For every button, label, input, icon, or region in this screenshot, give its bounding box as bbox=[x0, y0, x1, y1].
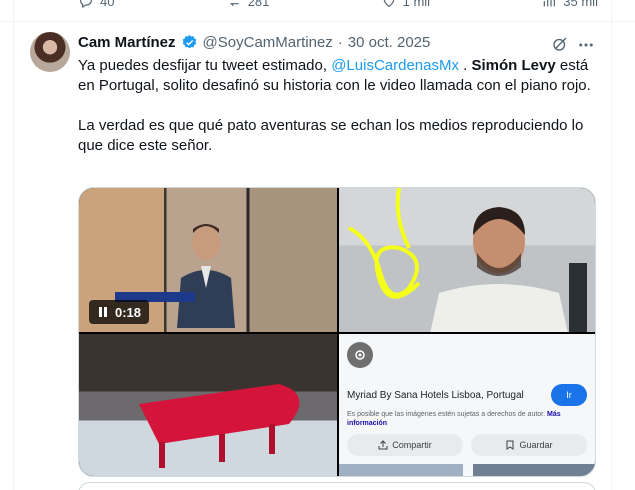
action-bar: 40 281 1 mil 35 mil bbox=[78, 0, 598, 10]
lens-note-text: Es posible que las imágenes estén sujeta… bbox=[347, 411, 546, 418]
reply-count: 40 bbox=[100, 0, 115, 9]
author-name[interactable]: Cam Martínez bbox=[78, 34, 176, 51]
lens-copyright-note: Es posible que las imágenes estén sujeta… bbox=[347, 410, 577, 428]
photo-tile-restaurant[interactable] bbox=[339, 188, 595, 332]
lens-go-button[interactable]: Ir bbox=[551, 384, 587, 406]
timeline-border-right bbox=[611, 0, 612, 490]
tweet-text: Ya puedes desfijar tu tweet estimado, @L… bbox=[78, 56, 603, 176]
repost-icon bbox=[229, 3, 239, 7]
video-tile[interactable]: 0:18 bbox=[79, 188, 337, 332]
more-options-icon[interactable] bbox=[577, 36, 595, 54]
reply-action[interactable]: 40 bbox=[78, 0, 114, 10]
lens-share-label: Compartir bbox=[392, 440, 432, 450]
heart-icon bbox=[383, 0, 394, 8]
lens-save-button[interactable]: Guardar bbox=[471, 434, 587, 456]
video-time: 0:18 bbox=[115, 304, 142, 320]
tweet-paragraph-1: Ya puedes desfijar tu tweet estimado, @L… bbox=[78, 56, 603, 96]
bold-name: Simón Levy bbox=[471, 57, 556, 74]
grok-icon[interactable] bbox=[551, 35, 569, 53]
lens-save-label: Guardar bbox=[519, 440, 553, 450]
photo-tile-red-piano[interactable] bbox=[79, 334, 337, 476]
lens-thumbnails-strip bbox=[339, 464, 595, 476]
mention-link[interactable]: @LuisCardenasMx bbox=[331, 57, 459, 74]
media-grid: 0:18 Myriad By Sana Hotels Lisboa, Portu… bbox=[78, 187, 596, 477]
tweet-header: Cam Martínez @SoyCamMartinez · 30 oct. 2… bbox=[78, 34, 430, 51]
lens-share-button[interactable]: Compartir bbox=[347, 434, 463, 456]
tweet-paragraph-2: La verdad es que qué pato aventuras se e… bbox=[78, 117, 584, 154]
like-action[interactable]: 1 mil bbox=[381, 0, 430, 10]
like-count: 1 mil bbox=[402, 0, 431, 9]
header-separator: · bbox=[337, 34, 343, 51]
share-icon bbox=[378, 440, 388, 450]
video-timer-badge[interactable]: 0:18 bbox=[89, 300, 150, 324]
camera-lens-icon bbox=[355, 350, 365, 360]
reply-icon bbox=[80, 0, 92, 9]
red-piano-figure bbox=[139, 384, 300, 468]
views-count: 35 mil bbox=[563, 0, 598, 9]
views-icon bbox=[544, 0, 556, 7]
bookmark-icon bbox=[506, 440, 514, 450]
verified-badge-icon bbox=[182, 35, 196, 49]
tweet-divider bbox=[0, 21, 635, 22]
repost-action[interactable]: 281 bbox=[226, 0, 270, 10]
views-action[interactable]: 35 mil bbox=[541, 0, 598, 10]
man-in-suit-figure bbox=[177, 224, 235, 328]
google-lens-result-tile[interactable]: Myriad By Sana Hotels Lisboa, Portugal I… bbox=[339, 334, 595, 476]
tweet-text-segment: Ya puedes desfijar tu tweet estimado, bbox=[78, 57, 332, 74]
timeline-border-left bbox=[13, 0, 14, 490]
previous-tweet-actions: 40 281 1 mil 35 mil bbox=[0, 0, 635, 22]
next-embed-frame bbox=[78, 482, 596, 490]
author-avatar[interactable] bbox=[30, 32, 70, 72]
author-handle[interactable]: @SoyCamMartinez bbox=[203, 34, 333, 51]
pause-icon[interactable] bbox=[97, 306, 109, 318]
repost-count: 281 bbox=[247, 0, 270, 9]
yellow-scribble-annotation bbox=[348, 188, 421, 299]
lens-icon[interactable] bbox=[347, 342, 373, 368]
tweet-text-segment: . bbox=[458, 57, 472, 74]
tweet-date[interactable]: 30 oct. 2025 bbox=[348, 34, 431, 51]
lens-result-title[interactable]: Myriad By Sana Hotels Lisboa, Portugal bbox=[347, 390, 524, 401]
